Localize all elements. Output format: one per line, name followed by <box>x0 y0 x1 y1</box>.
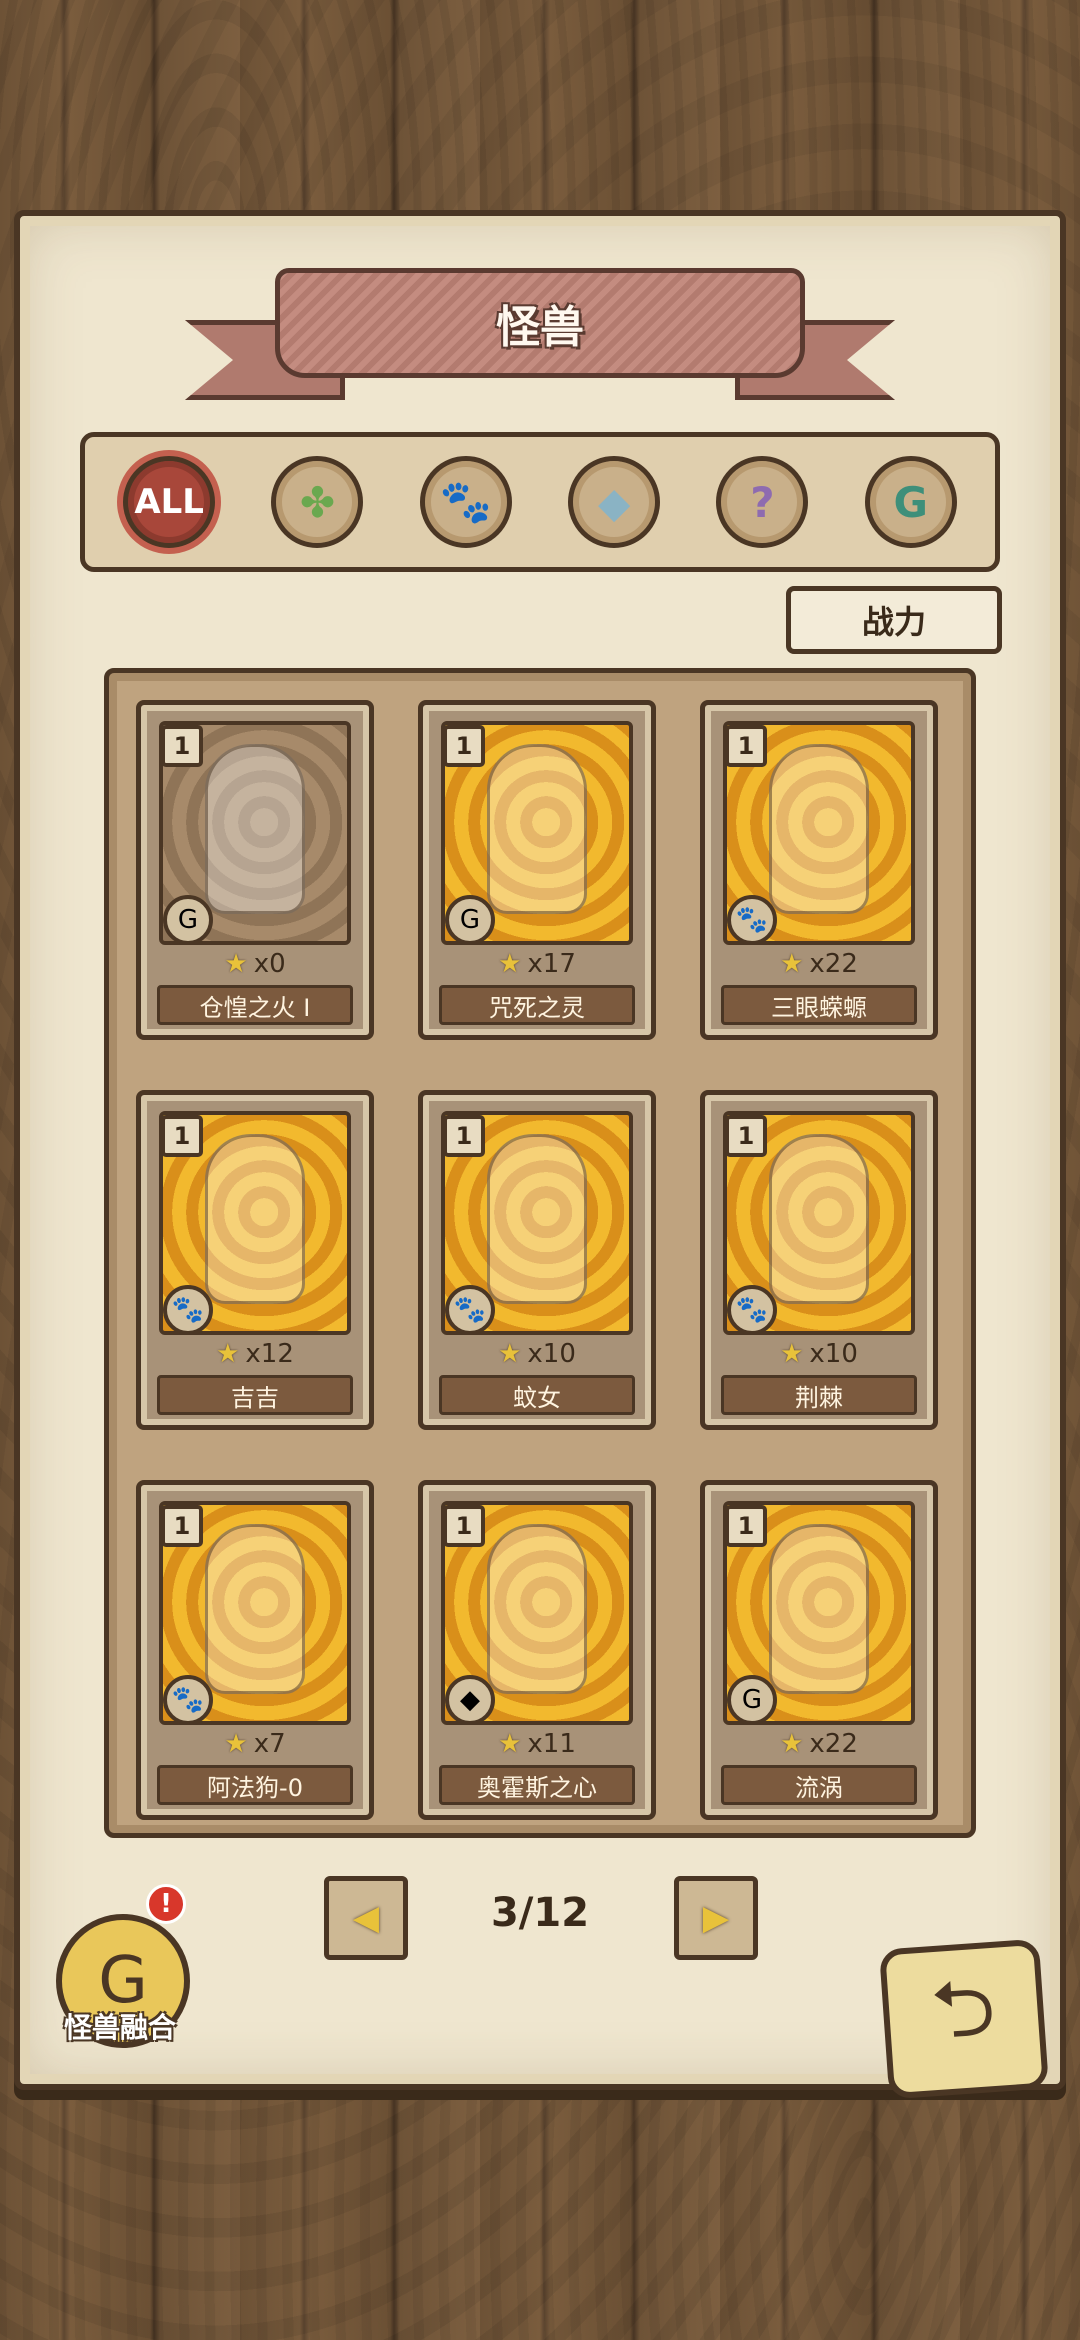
filter-spirit-button[interactable]: G <box>864 456 957 548</box>
monster-card[interactable]: 1 🐾 ★ x7 阿法狗-0 <box>136 1480 374 1820</box>
monster-figure <box>769 1133 869 1304</box>
monster-name: 仓惶之火 I <box>157 985 353 1025</box>
star-icon: ★ <box>224 949 248 979</box>
arrow-right-icon: ▶ <box>702 1898 730 1938</box>
fusion-label[interactable]: 怪兽融合 <box>50 2006 190 2046</box>
monster-name: 蚊女 <box>439 1375 635 1415</box>
sort-power-button[interactable]: 战力 <box>786 586 1002 654</box>
level-badge: 1 <box>725 1505 767 1547</box>
monster-card[interactable]: 1 🐾 ★ x12 吉吉 <box>136 1090 374 1430</box>
shard-count: x17 <box>527 949 576 979</box>
filter-beast-button[interactable]: 🐾 <box>419 456 512 548</box>
swirl-icon: G <box>163 895 213 945</box>
star-icon: ★ <box>216 1339 240 1369</box>
star-count: ★ x22 <box>705 1729 933 1759</box>
notification-badge: ! <box>146 1884 186 1924</box>
return-arrow-icon: ⮌ <box>928 1959 999 2058</box>
star-icon: ★ <box>780 949 804 979</box>
paw-icon: 🐾 <box>727 1285 777 1335</box>
monster-card[interactable]: 1 G ★ x22 流涡 <box>700 1480 938 1820</box>
title-ribbon: 怪兽 <box>275 268 805 378</box>
monster-figure <box>205 1523 305 1694</box>
star-count: ★ x22 <box>705 949 933 979</box>
monster-name: 阿法狗-0 <box>157 1765 353 1805</box>
filter-mystery-button[interactable]: ? <box>716 456 809 548</box>
monster-figure <box>769 1523 869 1694</box>
question-icon: ? <box>750 477 775 527</box>
monster-card[interactable]: 1 ◆ ★ x11 奥霍斯之心 <box>418 1480 656 1820</box>
page-title: 怪兽 <box>496 302 584 353</box>
monster-figure <box>487 1523 587 1694</box>
star-count: ★ x10 <box>705 1339 933 1369</box>
paw-icon: 🐾 <box>727 895 777 945</box>
monster-card[interactable]: 1 🐾 ★ x10 荆棘 <box>700 1090 938 1430</box>
star-count: ★ x7 <box>141 1729 369 1759</box>
star-count: ★ x0 <box>141 949 369 979</box>
star-icon: ★ <box>498 1729 522 1759</box>
level-badge: 1 <box>161 1115 203 1157</box>
star-icon: ★ <box>498 1339 522 1369</box>
shard-count: x10 <box>809 1339 858 1369</box>
next-page-button[interactable]: ▶ <box>674 1876 758 1960</box>
star-count: ★ x17 <box>423 949 651 979</box>
filter-all-button[interactable]: ALL <box>123 456 216 548</box>
monster-name: 咒死之灵 <box>439 985 635 1025</box>
monster-card[interactable]: 1 🐾 ★ x10 蚊女 <box>418 1090 656 1430</box>
sort-label: 战力 <box>861 603 926 641</box>
shard-count: x22 <box>809 949 858 979</box>
monster-name: 荆棘 <box>721 1375 917 1415</box>
shard-count: x12 <box>245 1339 294 1369</box>
all-icon: ALL <box>134 482 204 522</box>
filter-crystal-button[interactable]: ◆ <box>568 456 661 548</box>
monster-figure <box>205 1133 305 1304</box>
level-badge: 1 <box>443 1115 485 1157</box>
monster-name: 奥霍斯之心 <box>439 1765 635 1805</box>
level-badge: 1 <box>443 725 485 767</box>
monster-figure <box>769 743 869 914</box>
monster-name: 三眼蝾螈 <box>721 985 917 1025</box>
filter-plant-button[interactable]: ✤ <box>271 456 364 548</box>
level-badge: 1 <box>725 1115 767 1157</box>
monster-figure <box>487 743 587 914</box>
monster-card[interactable]: 1 G ★ x17 咒死之灵 <box>418 700 656 1040</box>
star-icon: ★ <box>498 949 522 979</box>
crystal-icon: ◆ <box>445 1675 495 1725</box>
level-badge: 1 <box>443 1505 485 1547</box>
level-badge: 1 <box>161 725 203 767</box>
paw-icon: 🐾 <box>445 1285 495 1335</box>
leaf-icon: ✤ <box>299 477 336 527</box>
monster-name: 吉吉 <box>157 1375 353 1415</box>
shard-count: x11 <box>527 1729 576 1759</box>
shard-count: x7 <box>253 1729 286 1759</box>
star-icon: ★ <box>780 1339 804 1369</box>
star-icon: ★ <box>780 1729 804 1759</box>
monster-figure <box>487 1133 587 1304</box>
prev-page-button[interactable]: ◀ <box>324 1876 408 1960</box>
swirl-icon: G <box>445 895 495 945</box>
page-indicator: 3/12 <box>490 1890 590 1936</box>
paw-icon: 🐾 <box>163 1675 213 1725</box>
shard-count: x0 <box>253 949 286 979</box>
star-count: ★ x10 <box>423 1339 651 1369</box>
paw-icon: 🐾 <box>439 477 492 526</box>
monster-figure <box>205 743 305 914</box>
star-count: ★ x12 <box>141 1339 369 1369</box>
star-count: ★ x11 <box>423 1729 651 1759</box>
monster-card[interactable]: 1 🐾 ★ x22 三眼蝾螈 <box>700 700 938 1040</box>
paw-icon: 🐾 <box>163 1285 213 1335</box>
monster-card[interactable]: 1 G ★ x0 仓惶之火 I <box>136 700 374 1040</box>
monster-name: 流涡 <box>721 1765 917 1805</box>
shard-count: x10 <box>527 1339 576 1369</box>
star-icon: ★ <box>224 1729 248 1759</box>
filter-bar: ALL ✤ 🐾 ◆ ? G <box>80 432 1000 572</box>
arrow-left-icon: ◀ <box>352 1898 380 1938</box>
level-badge: 1 <box>161 1505 203 1547</box>
shard-count: x22 <box>809 1729 858 1759</box>
crystal-icon: ◆ <box>597 477 631 527</box>
swirl-icon: G <box>727 1675 777 1725</box>
level-badge: 1 <box>725 725 767 767</box>
back-button[interactable]: ⮌ <box>878 1938 1050 2100</box>
swirl-icon: G <box>893 477 929 527</box>
